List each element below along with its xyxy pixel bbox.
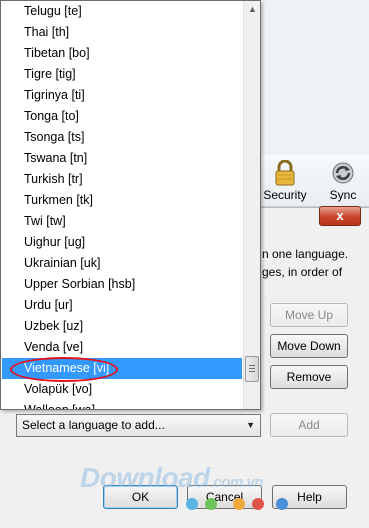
chevron-down-icon: ▼: [246, 420, 255, 430]
help-text-line: n one language.: [262, 247, 349, 261]
language-dropdown-list[interactable]: Walloon [wa] Volapük [vo] Vietnamese [vi] V…: [0, 0, 261, 410]
language-option[interactable]: Tigrinya [ti]: [2, 85, 242, 106]
language-option[interactable]: Volapük [vo]: [2, 379, 242, 400]
add-button[interactable]: Add: [270, 413, 348, 437]
dialog-close-button[interactable]: x: [319, 206, 361, 226]
language-option[interactable]: Tswana [tn]: [2, 148, 242, 169]
language-option[interactable]: Tsonga [ts]: [2, 127, 242, 148]
language-option[interactable]: Upper Sorbian [hsb]: [2, 274, 242, 295]
padlock-icon: [275, 160, 295, 186]
move-up-button[interactable]: Move Up: [270, 303, 348, 327]
remove-button[interactable]: Remove: [270, 365, 348, 389]
scrollbar-thumb[interactable]: [245, 356, 259, 382]
watermark-suffix: .com.vn: [209, 474, 264, 491]
language-option[interactable]: Telugu [te]: [2, 1, 242, 22]
language-option[interactable]: Venda [ve]: [2, 337, 242, 358]
watermark: Download.com.vn: [80, 462, 263, 494]
dropdown-scrollbar[interactable]: ▲: [243, 1, 260, 409]
language-option[interactable]: Twi [tw]: [2, 211, 242, 232]
scroll-up-arrow-icon[interactable]: ▲: [244, 1, 260, 18]
language-option[interactable]: Walloon [wa]: [2, 400, 242, 409]
toolbar-security-label: Security: [263, 188, 307, 202]
toolbar-sync-label: Sync: [329, 188, 357, 202]
language-option[interactable]: Ukrainian [uk]: [2, 253, 242, 274]
dialog-help-text: n one language. ges, in order of: [262, 245, 367, 281]
language-option[interactable]: Tibetan [bo]: [2, 43, 242, 64]
watermark-dot: [205, 498, 217, 510]
language-option[interactable]: Turkish [tr]: [2, 169, 242, 190]
toolbar-security-button[interactable]: Security: [262, 160, 308, 202]
toolbar-sync-button[interactable]: Sync: [320, 160, 366, 202]
language-option[interactable]: Vietnamese [vi]: [2, 358, 242, 379]
watermark-dot: [252, 498, 264, 510]
language-option[interactable]: Tigre [tig]: [2, 64, 242, 85]
help-text-line: ges, in order of: [262, 265, 343, 279]
language-option[interactable]: Uighur [ug]: [2, 232, 242, 253]
language-select-value: Select a language to add...: [22, 418, 165, 432]
sync-arrows-icon: [332, 162, 354, 184]
watermark-dot: [233, 498, 245, 510]
language-option[interactable]: Urdu [ur]: [2, 295, 242, 316]
language-select[interactable]: Select a language to add... ▼: [16, 414, 261, 437]
language-option[interactable]: Uzbek [uz]: [2, 316, 242, 337]
move-down-button[interactable]: Move Down: [270, 334, 348, 358]
language-option[interactable]: Tonga [to]: [2, 106, 242, 127]
language-option[interactable]: Thai [th]: [2, 22, 242, 43]
watermark-dot: [186, 498, 198, 510]
language-option[interactable]: Turkmen [tk]: [2, 190, 242, 211]
watermark-text: Download: [80, 462, 210, 493]
watermark-dot: [276, 498, 288, 510]
